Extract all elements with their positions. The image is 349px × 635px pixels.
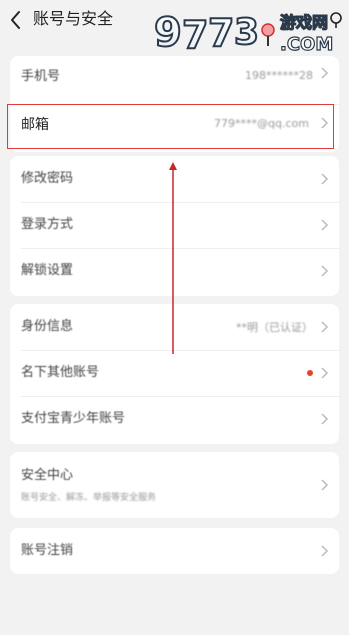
account-cancel-label: 账号注销 [21,543,74,558]
account-cancel-card: 账号注销 [10,528,339,574]
svg-text:.COM: .COM [280,34,333,54]
security-center-card: 安全中心 账号安全、解冻、举报等安全服务 [10,452,339,518]
chevron-right-icon [321,173,329,185]
identity-info-label: 身份信息 [21,319,74,334]
red-dot-badge [307,370,313,376]
security-center-row[interactable]: 安全中心 账号安全、解冻、举报等安全服务 [10,452,339,518]
unlock-settings-label: 解锁设置 [21,263,74,278]
page-title: 账号与安全 [33,9,114,28]
chevron-right-icon [321,367,329,379]
account-cancel-row[interactable]: 账号注销 [10,528,339,574]
email-highlight-box [7,104,334,149]
svg-text:7: 7 [182,13,208,54]
chevron-right-icon [321,265,329,277]
svg-text:3: 3 [234,12,259,53]
site-watermark-logo: 9 7 7 3 游戏网 .COM [153,9,342,54]
other-accounts-row[interactable]: 名下其他账号 [10,350,339,396]
teen-alipay-account-row[interactable]: 支付宝青少年账号 [10,396,339,442]
back-arrow-icon[interactable] [6,8,26,32]
teen-alipay-account-label: 支付宝青少年账号 [21,411,126,426]
phone-number-row[interactable]: 手机号 198******28 [10,56,339,104]
chevron-right-icon [321,219,329,231]
chevron-right-icon [321,321,329,333]
phone-number-label: 手机号 [21,69,61,84]
chevron-right-icon [321,67,329,79]
phone-number-value: 198******28 [245,69,313,82]
up-arrow-annotation-icon [169,162,177,354]
chevron-right-icon [321,545,329,557]
identity-info-value: **明（已认证） [236,321,313,334]
change-password-label: 修改密码 [21,171,74,186]
chevron-right-icon [321,413,329,425]
chevron-right-icon [321,479,329,491]
login-method-label: 登录方式 [21,217,74,232]
security-center-subtitle: 账号安全、解冻、举报等安全服务 [21,493,157,503]
svg-text:游戏网: 游戏网 [280,13,328,32]
other-accounts-label: 名下其他账号 [21,365,100,380]
svg-text:9: 9 [154,10,182,54]
security-center-label: 安全中心 [21,468,74,483]
svg-text:7: 7 [208,11,234,54]
